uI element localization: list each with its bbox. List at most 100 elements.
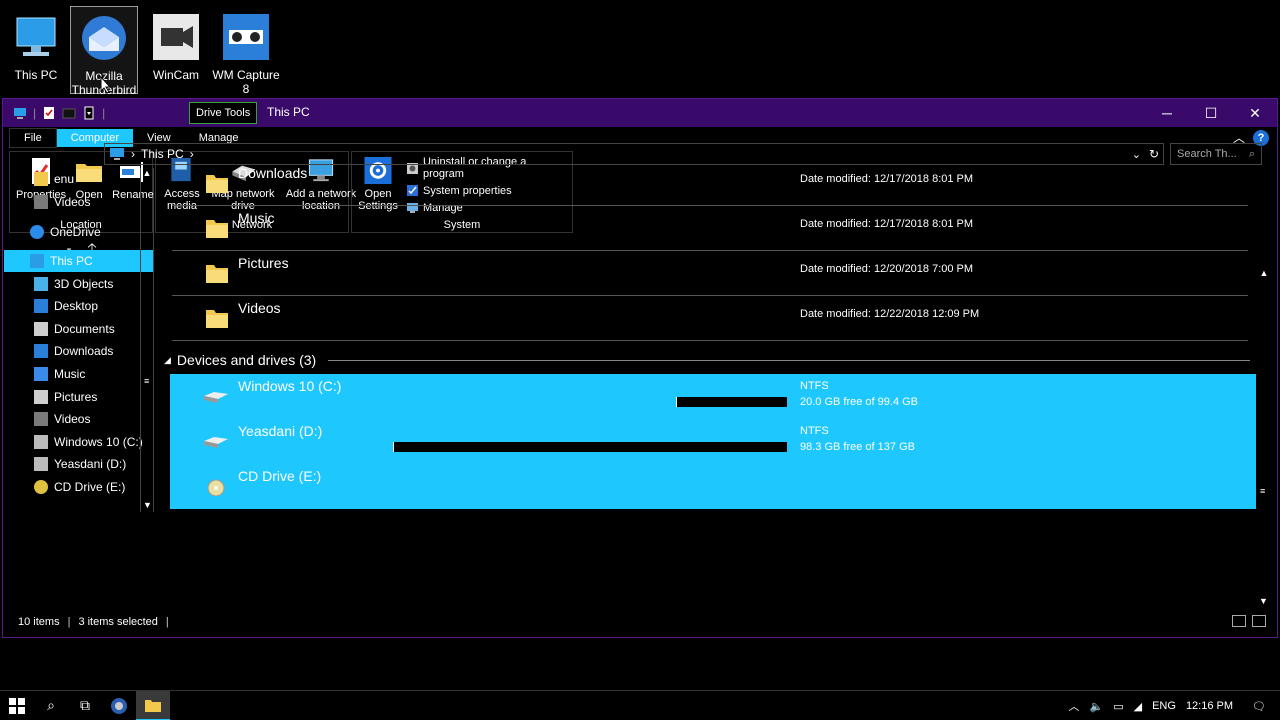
nav-item-label: Videos: [54, 412, 91, 427]
refresh-icon[interactable]: ↻: [1149, 147, 1159, 161]
search-taskbar-button[interactable]: ⌕: [34, 691, 68, 720]
network-icon[interactable]: ◢: [1129, 691, 1147, 720]
close-button[interactable]: ✕: [1233, 99, 1277, 127]
separator: |: [67, 616, 71, 628]
new-folder-icon[interactable]: [62, 106, 76, 120]
drive-tools-contextual-tab[interactable]: Drive Tools: [189, 102, 258, 124]
devices-and-drives-group-header[interactable]: ◢ Devices and drives (3): [158, 348, 1254, 372]
nav-item-this-pc[interactable]: This PC: [4, 249, 154, 273]
desktop-icon: [34, 299, 48, 314]
separator: |: [33, 106, 37, 120]
task-view-icon: ⧉: [80, 697, 90, 713]
nav-item-desktop[interactable]: Desktop: [4, 295, 154, 318]
computer-icon: [110, 148, 124, 160]
folder-item[interactable]: Music Date modified: 12/17/2018 8:01 PM: [172, 207, 1248, 251]
scroll-up-arrow-icon[interactable]: ▲: [1256, 268, 1272, 278]
collapse-triangle-icon[interactable]: ◢: [164, 355, 171, 366]
windows-logo-icon: [9, 697, 25, 714]
battery-icon[interactable]: ▭: [1108, 691, 1128, 720]
breadcrumb-chevron-icon: ›: [189, 147, 194, 161]
nav-item-documents[interactable]: Documents: [4, 318, 154, 341]
customize-toolbar-icon[interactable]: [82, 106, 96, 120]
nav-item-cd-drive-e[interactable]: CD Drive (E:): [4, 476, 154, 499]
breadcrumb-this-pc[interactable]: This PC: [141, 147, 184, 161]
file-explorer-icon: [145, 699, 161, 712]
nav-item-label: Downloads: [54, 344, 114, 359]
separator: |: [165, 616, 169, 628]
nav-item-videos[interactable]: Videos: [4, 408, 154, 431]
folder-item[interactable]: Pictures Date modified: 12/20/2018 7:00 P…: [172, 252, 1248, 296]
scroll-down-arrow-icon[interactable]: ▼: [1259, 596, 1268, 606]
folder-icon: [206, 175, 228, 193]
large-icons-view-icon[interactable]: [1252, 615, 1266, 627]
details-view-icon[interactable]: [1232, 615, 1246, 627]
scroll-up-arrow-icon[interactable]: ▲: [141, 168, 153, 178]
3d-objects-icon: [34, 276, 48, 291]
start-button[interactable]: [0, 691, 34, 720]
folder-icon: [34, 172, 48, 187]
computer-icon: [9, 10, 63, 64]
folder-item[interactable]: Videos Date modified: 12/22/2018 12:09 PM: [172, 297, 1248, 341]
drive-item[interactable]: Windows 10 (C:) NTFS 20.0 GB free of 99.4 …: [170, 374, 1256, 419]
task-view-button[interactable]: ⧉: [68, 691, 102, 720]
desktop-icon-label: WinCam: [152, 68, 199, 82]
drive-name: Yeasdani (D:): [238, 423, 323, 439]
wm-capture-icon: [219, 10, 273, 64]
show-hidden-icons-icon[interactable]: ︿: [1064, 691, 1085, 720]
breadcrumb-chevron-icon: ›: [131, 147, 135, 161]
drive-filesystem: NTFS: [800, 380, 829, 392]
minimize-button[interactable]: ─: [1145, 99, 1189, 127]
nav-item-pictures[interactable]: Pictures: [4, 385, 154, 408]
drive-item[interactable]: Yeasdani (D:) NTFS 98.3 GB free of 137 GB: [170, 419, 1256, 464]
desktop-icon-wincam[interactable]: WinCam: [142, 6, 210, 94]
nav-item-label: CD Drive (E:): [54, 480, 126, 495]
nav-item-videos[interactable]: Videos: [4, 191, 154, 214]
desktop-icon-wm-capture[interactable]: WM Capture 8: [212, 6, 280, 96]
drive-usage-fill: [239, 397, 677, 407]
navigation-pane: enu Videos OneDrive This PC 3D Objects Deskto…: [4, 168, 154, 512]
scroll-thumb-grip-icon[interactable]: ≡: [1260, 486, 1265, 496]
wm-capture-icon: [111, 697, 127, 714]
nav-item-onedrive[interactable]: OneDrive: [4, 221, 154, 244]
clock[interactable]: 12:16 PM: [1181, 691, 1238, 720]
tab-file[interactable]: File: [9, 128, 57, 148]
drive-icon: [34, 434, 48, 449]
folder-date-modified: Date modified: 12/20/2018 7:00 PM: [800, 263, 974, 275]
desktop-icon-this-pc[interactable]: This PC: [2, 6, 70, 94]
folder-item[interactable]: Downloads Date modified: 12/17/2018 8:01 …: [172, 168, 1248, 206]
navigation-pane-scrollbar[interactable]: ▲ ≡ ▼: [140, 168, 154, 512]
address-bar[interactable]: › This PC › ⌄ ↻: [104, 143, 1164, 165]
language-indicator[interactable]: ENG: [1147, 691, 1181, 720]
videos-icon: [34, 412, 48, 427]
nav-item-windows-10-c[interactable]: Windows 10 (C:): [4, 431, 154, 454]
search-box[interactable]: Search Th... ⌕: [1170, 143, 1262, 165]
group-header-divider: [328, 359, 1250, 361]
address-dropdown-icon[interactable]: ⌄: [1132, 148, 1141, 161]
notifications-icon[interactable]: 🗨: [1238, 691, 1280, 720]
maximize-button[interactable]: ☐: [1189, 99, 1233, 127]
onedrive-icon: [30, 225, 44, 240]
cd-drive-icon: [207, 479, 225, 496]
search-placeholder: Search Th...: [1177, 148, 1237, 160]
content-pane: Downloads Date modified: 12/17/2018 8:01 …: [156, 168, 1260, 512]
nav-item-label: Music: [54, 367, 86, 382]
mouse-cursor-icon: [100, 76, 112, 94]
nav-item-3d-objects[interactable]: 3D Objects: [4, 272, 154, 295]
content-scrollbar[interactable]: ▲ ≡ ▼: [1256, 268, 1272, 612]
nav-item-music[interactable]: Music: [4, 363, 154, 386]
properties-icon[interactable]: [42, 106, 56, 120]
separator: |: [102, 106, 106, 120]
folder-name: Pictures: [238, 255, 289, 271]
scroll-thumb-grip-icon[interactable]: ≡: [144, 376, 149, 386]
taskbar-app-file-explorer[interactable]: [136, 690, 170, 720]
volume-icon[interactable]: 🔈: [1085, 691, 1109, 720]
taskbar-app-wm-capture[interactable]: [102, 691, 136, 720]
nav-item-yeasdani-d[interactable]: Yeasdani (D:): [4, 453, 154, 476]
drive-filesystem: NTFS: [800, 425, 829, 437]
title-bar[interactable]: | | Drive Tools This PC ─ ☐ ✕: [3, 99, 1277, 127]
nav-item-label: Documents: [54, 321, 115, 336]
drive-item[interactable]: CD Drive (E:): [170, 464, 1256, 509]
scroll-down-arrow-icon[interactable]: ▼: [143, 500, 152, 510]
nav-item-enu[interactable]: enu: [4, 168, 154, 191]
nav-item-downloads[interactable]: Downloads: [4, 340, 154, 363]
